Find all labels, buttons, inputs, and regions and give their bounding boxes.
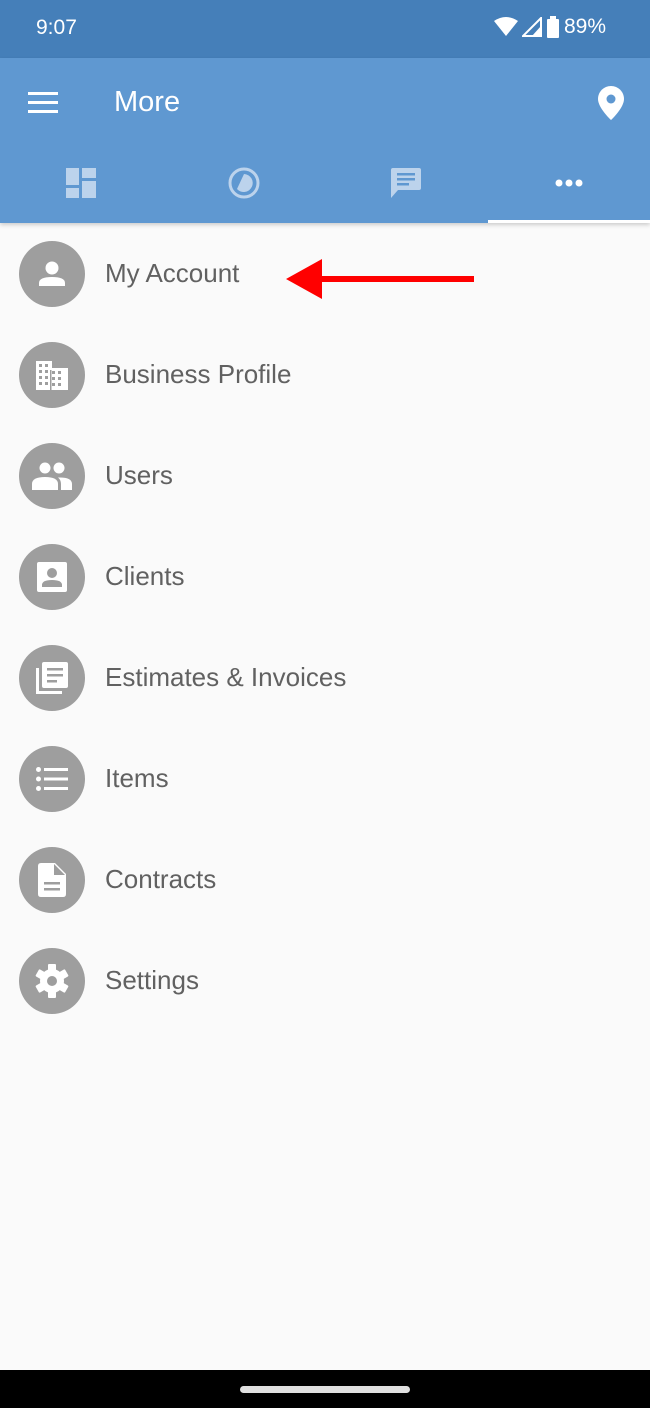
menu-item-label: Items	[105, 763, 169, 793]
menu-item-label: Users	[105, 460, 173, 490]
menu-icon[interactable]	[28, 92, 60, 116]
menu-item-clients[interactable]: Clients	[0, 526, 650, 627]
avatar	[19, 240, 85, 307]
wifi-icon	[493, 17, 518, 36]
location-pin-icon[interactable]	[598, 86, 624, 120]
cellular-signal-icon	[521, 17, 542, 37]
annotation-arrow-icon	[286, 259, 474, 299]
list-icon	[36, 766, 68, 791]
menu-item-users[interactable]: Users	[0, 425, 650, 526]
menu-item-business-profile[interactable]: Business Profile	[0, 324, 650, 425]
menu-item-label: Business Profile	[105, 359, 292, 389]
menu-item-label: Clients	[105, 561, 185, 591]
message-icon	[391, 168, 422, 198]
business-icon	[36, 360, 68, 390]
avatar	[19, 543, 85, 610]
tab-messages[interactable]	[325, 143, 488, 223]
tab-timer[interactable]	[163, 143, 326, 223]
avatar	[19, 442, 85, 509]
battery-percent: 89%	[563, 15, 606, 38]
status-bar: 9:07 89%	[0, 0, 650, 58]
status-time: 9:07	[36, 16, 77, 39]
avatar	[19, 846, 85, 913]
tab-bar	[0, 143, 650, 223]
dashboard-icon	[66, 168, 97, 198]
battery-icon	[546, 16, 559, 38]
person-icon	[39, 261, 65, 286]
file-icon	[38, 862, 66, 897]
contact-icon	[37, 561, 67, 592]
tab-dashboard[interactable]	[0, 143, 163, 223]
timer-icon	[228, 167, 260, 199]
system-nav-bar	[0, 1370, 650, 1408]
status-icons: 89%	[493, 15, 606, 39]
avatar	[19, 644, 85, 711]
menu-item-label: Estimates & Invoices	[105, 662, 347, 692]
gear-icon	[35, 963, 69, 998]
documents-icon	[36, 661, 68, 694]
menu-item-estimates-invoices[interactable]: Estimates & Invoices	[0, 627, 650, 728]
more-horiz-icon	[555, 179, 583, 187]
avatar	[19, 341, 85, 408]
avatar	[19, 745, 85, 812]
more-menu-list: My Account Business Profile Users Client…	[0, 223, 650, 1031]
avatar	[19, 947, 85, 1014]
people-icon	[32, 462, 72, 490]
menu-item-settings[interactable]: Settings	[0, 930, 650, 1031]
home-handle[interactable]	[240, 1386, 410, 1393]
menu-item-items[interactable]: Items	[0, 728, 650, 829]
menu-item-label: My Account	[105, 258, 240, 288]
page-title: More	[114, 86, 181, 118]
menu-item-label: Settings	[105, 965, 199, 995]
tab-more[interactable]	[487, 143, 650, 223]
app-bar: More	[0, 58, 650, 223]
menu-item-contracts[interactable]: Contracts	[0, 829, 650, 930]
menu-item-label: Contracts	[105, 864, 217, 894]
